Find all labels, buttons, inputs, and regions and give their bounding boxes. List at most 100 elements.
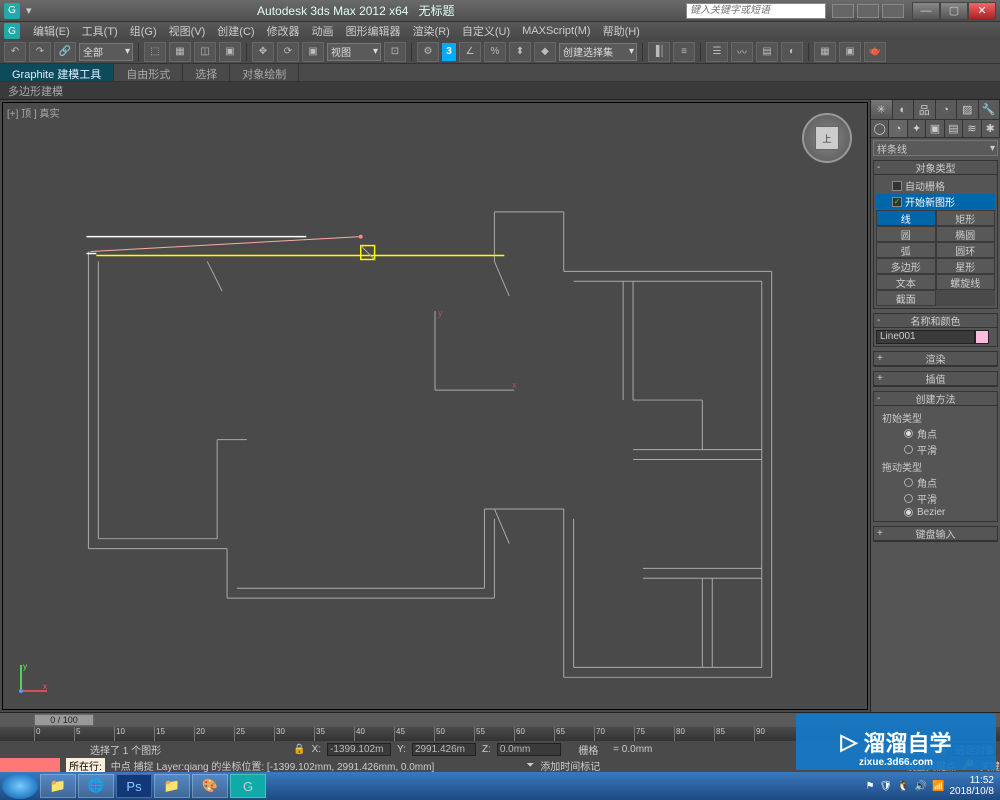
viewcube-face[interactable]: 上 [815,126,839,150]
render-setup-button[interactable]: ▦ [814,42,836,62]
render-frame-button[interactable]: ▣ [839,42,861,62]
btn-rectangle[interactable]: 矩形 [936,210,996,226]
btn-circle[interactable]: 圆 [876,226,936,242]
tray-shield-icon[interactable]: 🛡 [879,781,892,792]
track-bar-segment[interactable] [0,758,60,772]
select-button[interactable]: ⬚ [144,42,166,62]
help-search-input[interactable] [686,3,826,19]
info-icon[interactable] [832,4,854,18]
schematic-button[interactable]: ▤ [756,42,778,62]
close-button[interactable]: ✕ [968,2,996,20]
angle-snap-button[interactable]: ∠ [459,42,481,62]
named-selection-dd[interactable]: 创建选择集 [559,43,637,61]
ribbon-tab-selection[interactable]: 选择 [183,64,230,81]
btn-section[interactable]: 截面 [876,290,936,306]
cat-helpers[interactable]: ▤ [945,120,963,137]
pivot-button[interactable]: ⊡ [384,42,406,62]
object-name-input[interactable]: Line001 [876,330,975,344]
initial-corner-radio[interactable]: 角点 [876,426,995,441]
menu-customize[interactable]: 自定义(U) [459,23,513,39]
lock-icon[interactable]: 🔒 [293,744,305,755]
cat-lights[interactable]: ✦ [908,120,926,137]
task-folder[interactable]: 📁 [154,774,190,798]
timetag-icon[interactable]: ⏷ [526,760,534,771]
mirror-button[interactable]: ▐│ [648,42,670,62]
btn-line[interactable]: 线 [876,210,936,226]
task-3dsmax[interactable]: G [230,774,266,798]
rotate-button[interactable]: ⟳ [277,42,299,62]
drag-corner-radio[interactable]: 角点 [876,475,995,490]
selection-filter-dd[interactable]: 全部 [79,43,133,61]
menu-maxscript[interactable]: MAXScript(M) [519,25,593,37]
redo-button[interactable]: ↷ [29,42,51,62]
menu-help[interactable]: 帮助(H) [600,23,643,39]
start-button[interactable] [2,773,38,799]
initial-smooth-radio[interactable]: 平滑 [876,442,995,457]
task-paint[interactable]: 🎨 [192,774,228,798]
minimize-button[interactable]: — [912,2,940,20]
editpivot-button[interactable]: ◆ [534,42,556,62]
help-icon[interactable] [882,4,904,18]
drag-bezier-radio[interactable]: Bezier [876,507,995,518]
task-explorer[interactable]: 📁 [40,774,76,798]
cat-cameras[interactable]: ▣ [926,120,944,137]
menu-rendering[interactable]: 渲染(R) [410,23,453,39]
btn-ngon[interactable]: 多边形 [876,258,936,274]
render-button[interactable]: 🫖 [864,42,886,62]
rollup-head[interactable]: -对象类型 [874,161,997,175]
maximize-button[interactable]: ▢ [940,2,968,20]
menu-views[interactable]: 视图(V) [166,23,209,39]
star-icon[interactable] [857,4,879,18]
manip-button[interactable]: ⚙ [417,42,439,62]
link-button[interactable]: 🔗 [54,42,76,62]
auto-grid-check[interactable]: 自动栅格 [876,178,995,193]
btn-helix[interactable]: 螺旋线 [936,274,996,290]
menu-modifiers[interactable]: 修改器 [264,23,303,39]
btn-text[interactable]: 文本 [876,274,936,290]
tray-network-icon[interactable]: 📶 [932,781,944,792]
move-button[interactable]: ✥ [252,42,274,62]
menu-tools[interactable]: 工具(T) [79,23,121,39]
add-time-tag[interactable]: 添加时间标记 [540,758,600,773]
color-swatch[interactable] [975,330,989,344]
scale-button[interactable]: ▣ [302,42,324,62]
tab-utilities[interactable]: 🔧 [979,100,1000,119]
task-ie[interactable]: 🌐 [78,774,114,798]
tray-clock[interactable]: 11:52 2018/10/8 [950,775,995,797]
menu-grapheditors[interactable]: 图形编辑器 [343,23,404,39]
ribbon-tab-paint[interactable]: 对象绘制 [230,64,299,81]
align-button[interactable]: ≡ [673,42,695,62]
layers-button[interactable]: ☰ [706,42,728,62]
material-editor-button[interactable]: ◐ [781,42,803,62]
tray-flag-icon[interactable]: ⚑ [865,781,874,792]
window-crossing-button[interactable]: ▣ [219,42,241,62]
tray-qq-icon[interactable]: 🐧 [897,781,909,792]
ribbon-tab-freeform[interactable]: 自由形式 [114,64,183,81]
cat-spacewarps[interactable]: ≋ [963,120,981,137]
menu-create[interactable]: 创建(C) [214,23,257,39]
tray-volume-icon[interactable]: 🔊 [915,781,927,792]
time-thumb[interactable]: 0 / 100 [34,714,94,726]
undo-button[interactable]: ↶ [4,42,26,62]
tab-hierarchy[interactable]: 品 [914,100,936,119]
snap-toggle-3[interactable]: 3 [442,43,456,61]
cat-shapes[interactable]: ◔ [889,120,907,137]
menu-edit[interactable]: 编辑(E) [30,23,73,39]
tab-motion[interactable]: ◔ [936,100,958,119]
start-new-shape-check[interactable]: ✓开始新图形 [876,194,995,209]
cat-geometry[interactable]: ◯ [871,120,889,137]
cat-systems[interactable]: ✱ [982,120,1000,137]
btn-arc[interactable]: 弧 [876,242,936,258]
task-photoshop[interactable]: Ps [116,774,152,798]
app-menu-button[interactable]: G [4,23,20,39]
tab-create[interactable]: ✳ [871,100,893,119]
btn-ellipse[interactable]: 椭圆 [936,226,996,242]
curve-editor-button[interactable]: 〰 [731,42,753,62]
spinner-snap-button[interactable]: ⬍ [509,42,531,62]
ribbon-panel-label[interactable]: 多边形建模 [0,82,1000,100]
select-name-button[interactable]: ▦ [169,42,191,62]
viewport-top[interactable]: [+] 顶 ] 真实 上 [2,102,868,710]
coord-y-input[interactable] [412,743,476,756]
tab-display[interactable]: ▨ [957,100,979,119]
drag-smooth-radio[interactable]: 平滑 [876,491,995,506]
